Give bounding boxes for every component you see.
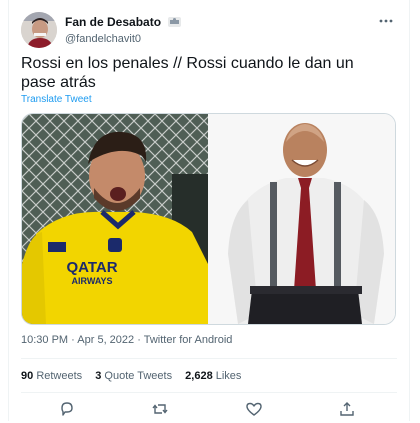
translate-tweet-link[interactable]: Translate Tweet xyxy=(21,94,92,105)
jersey-sponsor: QATAR AIRWAYS xyxy=(52,259,132,287)
likes-stat[interactable]: 2,628 Likes xyxy=(185,370,241,382)
tweet-date[interactable]: Apr 5, 2022 xyxy=(77,334,134,346)
quote-label: Quote Tweets xyxy=(104,370,173,382)
jersey-sponsor-main: QATAR xyxy=(66,259,118,276)
tweet-source[interactable]: Twitter for Android xyxy=(144,334,233,346)
jersey-sponsor-sub: AIRWAYS xyxy=(71,276,113,286)
share-icon[interactable] xyxy=(338,400,356,418)
tweet-actions xyxy=(9,400,409,418)
author-handle[interactable]: @fandelchavit0 xyxy=(65,32,181,46)
retweets-label: Retweets xyxy=(36,370,83,382)
tweet-header: Fan de Desabato @fandelchavit0 xyxy=(21,12,397,48)
tweet-media[interactable]: QATAR AIRWAYS xyxy=(21,113,396,325)
reply-icon[interactable] xyxy=(58,400,76,418)
like-icon[interactable] xyxy=(245,400,263,418)
media-left-image[interactable]: QATAR AIRWAYS xyxy=(22,114,208,324)
retweets-count: 90 xyxy=(21,370,34,382)
retweet-icon[interactable] xyxy=(151,400,169,418)
meta-separator-2: · xyxy=(137,334,141,346)
likes-count: 2,628 xyxy=(185,370,213,382)
media-right-image[interactable] xyxy=(208,114,395,324)
badge-icon xyxy=(168,16,182,30)
tweet-stats: 90 Retweets 3 Quote Tweets 2,628 Likes xyxy=(21,370,251,382)
quote-tweets-stat[interactable]: 3 Quote Tweets xyxy=(95,370,172,382)
likes-label: Likes xyxy=(215,370,242,382)
author-names: Fan de Desabato @fandelchavit0 xyxy=(65,15,182,46)
more-icon[interactable] xyxy=(377,14,395,28)
avatar[interactable] xyxy=(21,12,57,48)
retweets-stat[interactable]: 90 Retweets xyxy=(21,370,82,382)
meta-separator: · xyxy=(71,334,75,346)
author-display-name-row[interactable]: Fan de Desabato xyxy=(65,15,182,30)
author-display-name[interactable]: Fan de Desabato xyxy=(65,15,161,29)
divider-bottom xyxy=(21,392,397,393)
tweet-time[interactable]: 10:30 PM xyxy=(21,334,68,346)
tweet-meta: 10:30 PM · Apr 5, 2022 · Twitter for And… xyxy=(21,334,232,346)
tweet-text: Rossi en los penales // Rossi cuando le … xyxy=(21,55,354,91)
tweet-card: Fan de Desabato @fandelchavit0 Rossi en … xyxy=(8,0,410,421)
quote-count: 3 xyxy=(95,370,102,382)
divider-top xyxy=(21,358,397,359)
